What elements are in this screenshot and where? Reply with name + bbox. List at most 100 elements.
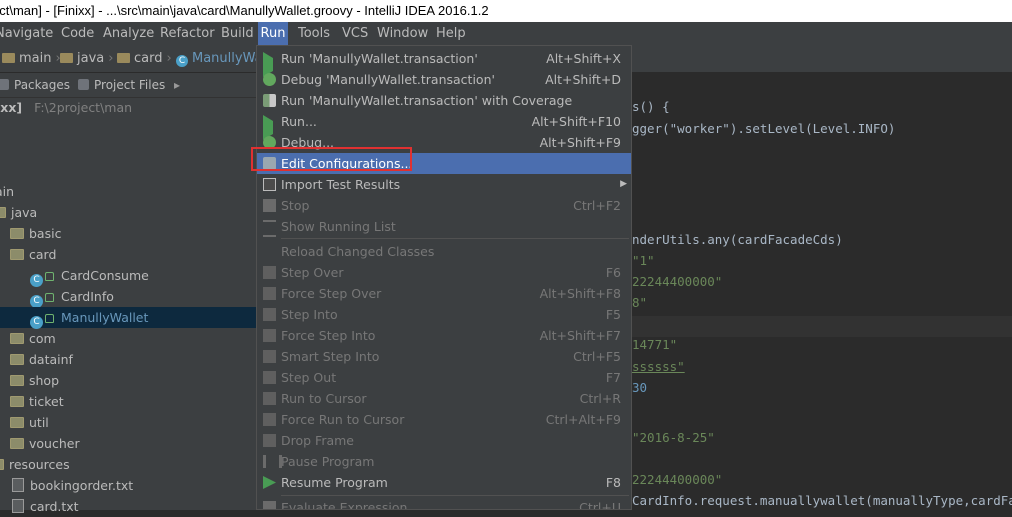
code-line: 22244400000" — [632, 472, 723, 487]
tree-item-card-txt[interactable]: card.txt — [12, 496, 268, 517]
tree-item-datainf[interactable]: datainf — [10, 349, 266, 370]
step-icon — [263, 287, 276, 300]
run-menu-item-label: Step Over — [281, 265, 344, 280]
step-icon — [263, 308, 276, 321]
run-menu-item-shortcut: Ctrl+R — [579, 391, 621, 406]
run-menu-item-shortcut: Alt+Shift+F9 — [539, 135, 621, 150]
run-menu-item-shortcut: Alt+Shift+D — [545, 72, 621, 87]
tree-item-cardinfo[interactable]: C CardInfo — [30, 286, 286, 308]
menu-analyze[interactable]: Analyze — [102, 22, 155, 45]
menu-refactor[interactable]: Refactor — [159, 22, 216, 45]
run-menu-item: Pause Program — [257, 451, 631, 472]
folder-icon — [10, 375, 24, 386]
tree-item-shop[interactable]: shop — [10, 370, 266, 391]
menu-window[interactable]: Window — [376, 22, 429, 45]
folder-icon — [117, 53, 130, 63]
folder-icon — [0, 207, 6, 218]
folder-icon — [2, 53, 15, 63]
run-menu-item-shortcut: F5 — [605, 307, 621, 322]
run-menu-item-shortcut: Alt+Shift+F10 — [531, 114, 621, 129]
run-menu-item-label: Smart Step Into — [281, 349, 380, 364]
menu-code[interactable]: Code — [60, 22, 95, 45]
code-line: "1" — [632, 253, 655, 268]
run-menu-item-label: Resume Program — [281, 475, 388, 490]
tabs-overflow-arrow[interactable]: ▸ — [174, 73, 180, 97]
folder-icon — [10, 228, 24, 239]
breadcrumb-card[interactable]: card › — [117, 45, 172, 72]
run-menu-item-shortcut: Ctrl+Alt+F9 — [545, 412, 621, 427]
tree-item-java[interactable]: java — [0, 202, 248, 223]
run-menu-item-label: Step Out — [281, 370, 337, 385]
text-file-icon — [12, 478, 24, 492]
tree-item-bookingorder[interactable]: bookingorder.txt — [12, 475, 268, 496]
tree-item-main[interactable]: ain — [0, 181, 251, 202]
code-line: nderUtils.any(cardFacadeCds) — [632, 232, 843, 247]
run-menu-item-shortcut: Alt+Shift+X — [546, 51, 621, 66]
run-menu-item: Step Into F5 — [257, 304, 631, 325]
breadcrumb-java[interactable]: java › — [60, 45, 113, 72]
run-menu-item: Run to Cursor Ctrl+R — [257, 388, 631, 409]
tree-item-ticket[interactable]: ticket — [10, 391, 266, 412]
tree-item-manullywallet[interactable]: C ManullyWallet — [0, 307, 256, 329]
tree-item-util[interactable]: util — [10, 412, 266, 433]
tree-item-voucher[interactable]: voucher — [10, 433, 266, 454]
menu-separator — [281, 495, 629, 496]
tree-item-basic[interactable]: basic — [10, 223, 266, 244]
menu-run[interactable]: Run — [258, 22, 288, 45]
resume-icon — [263, 476, 276, 489]
run-menu-item[interactable]: Import Test Results ▶ — [257, 174, 631, 195]
step-icon — [263, 392, 276, 405]
run-menu-dropdown: Run 'ManullyWallet.transaction' Alt+Shift… — [256, 45, 632, 510]
evaluate-icon — [263, 501, 276, 509]
project-panel: Packages Project Files ▸ ixx] F:\2projec… — [0, 73, 256, 514]
run-menu-item: Smart Step Into Ctrl+F5 — [257, 346, 631, 367]
code-line: s() { — [632, 99, 670, 114]
step-icon — [263, 329, 276, 342]
run-menu-item-shortcut: Ctrl+F2 — [573, 198, 621, 213]
menu-build[interactable]: Build — [220, 22, 255, 45]
project-view-tabs: Packages Project Files ▸ — [0, 73, 256, 98]
run-menu-item[interactable]: Resume Program F8 — [257, 472, 631, 493]
run-menu-item[interactable]: Run... Alt+Shift+F10 — [257, 111, 631, 140]
run-menu-item-label: Step Into — [281, 307, 338, 322]
breadcrumb-file[interactable]: C ManullyWa — [176, 45, 263, 72]
tree-item-cardconsume[interactable]: C CardConsume — [30, 265, 286, 287]
tab-project-files[interactable]: Project Files — [78, 73, 165, 97]
stop-icon — [263, 199, 276, 212]
project-root[interactable]: ixx] F:\2project\man — [0, 97, 252, 118]
run-menu-item[interactable]: Run 'ManullyWallet.transaction' Alt+Shift… — [257, 48, 631, 77]
run-menu-item[interactable]: Debug 'ManullyWallet.transaction' Alt+Shi… — [257, 69, 631, 90]
code-line: 8" — [632, 295, 648, 310]
run-menu-item: Force Run to Cursor Ctrl+Alt+F9 — [257, 409, 631, 430]
run-menu-item-label: Run 'ManullyWallet.transaction' — [281, 51, 478, 66]
step-icon — [263, 350, 276, 363]
run-menu-item: Step Out F7 — [257, 367, 631, 388]
run-menu-item-label: Debug 'ManullyWallet.transaction' — [281, 72, 495, 87]
lock-icon — [45, 314, 54, 323]
lock-icon — [45, 272, 54, 281]
tree-item-resources[interactable]: resources — [0, 454, 246, 475]
list-icon — [263, 220, 276, 237]
menu-vcs[interactable]: VCS — [341, 22, 369, 45]
run-menu-item: Evaluate Expression... Ctrl+U — [257, 497, 631, 509]
groovy-class-icon: C — [176, 55, 188, 67]
tree-item-com[interactable]: com — [10, 328, 266, 349]
folder-icon — [10, 438, 24, 449]
run-menu-item-shortcut: F6 — [605, 265, 621, 280]
tree-item-card[interactable]: card — [10, 244, 266, 265]
step-icon — [263, 266, 276, 279]
tab-packages[interactable]: Packages — [0, 73, 70, 97]
run-menu-item-label: Force Run to Cursor — [281, 412, 405, 427]
pause-icon — [263, 455, 282, 468]
run-menu-item[interactable]: Run 'ManullyWallet.transaction' with Cov… — [257, 90, 631, 111]
breadcrumb-main[interactable]: main › — [2, 45, 61, 72]
callout-highlight-box — [251, 147, 412, 171]
run-menu-item-label: Import Test Results — [281, 177, 401, 192]
menu-tools[interactable]: Tools — [297, 22, 331, 45]
run-menu-item-shortcut: Alt+Shift+F7 — [539, 328, 621, 343]
menu-navigate[interactable]: Navigate — [0, 22, 54, 45]
window-title: ect\man] - [Finixx] - ...\src\main\java\… — [0, 0, 1012, 22]
run-menu-item-label: Run to Cursor — [281, 391, 367, 406]
menu-help[interactable]: Help — [435, 22, 467, 45]
folder-icon — [10, 396, 24, 407]
